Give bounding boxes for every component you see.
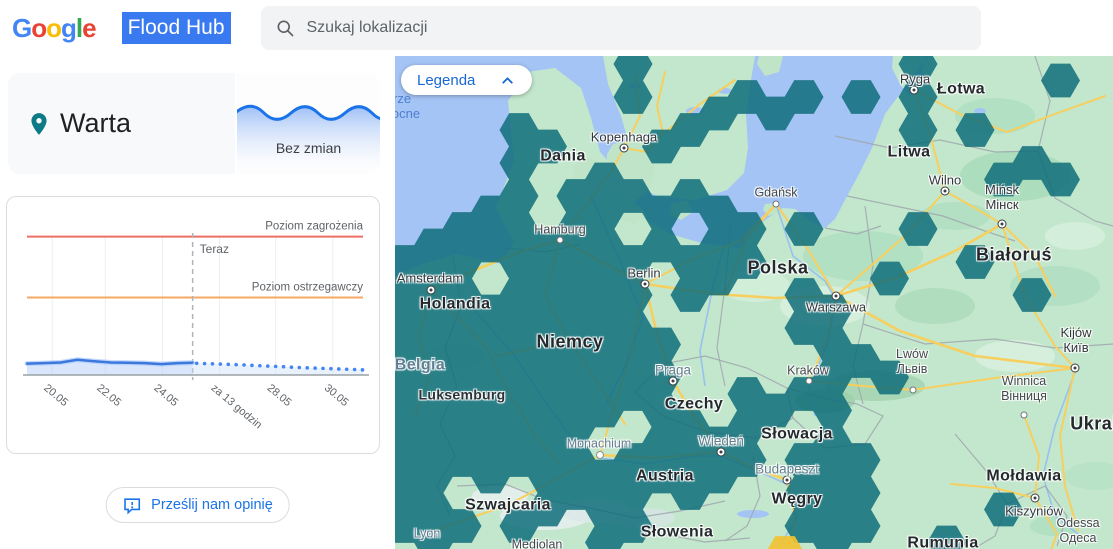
feedback-label: Prześlij nam opinię xyxy=(151,497,273,513)
svg-text:20.05: 20.05 xyxy=(41,382,70,409)
water-wave-graphic xyxy=(237,104,380,174)
map-marker-wilno[interactable] xyxy=(940,186,950,196)
flood-map[interactable]: MorzePółnocneDaniaKopenhagaGdańskRygaŁot… xyxy=(395,56,1113,549)
chevron-up-icon xyxy=(502,76,514,84)
place-pin-icon xyxy=(31,112,47,135)
map-marker-mi-sk[interactable] xyxy=(997,219,1007,229)
map-canvas xyxy=(395,56,1113,549)
svg-text:Poziom ostrzegawczy: Poziom ostrzegawczy xyxy=(252,281,363,293)
svg-text:22.05: 22.05 xyxy=(94,382,123,409)
map-marker-ryga[interactable] xyxy=(909,85,919,95)
legend-toggle-button[interactable]: Legenda xyxy=(401,65,533,95)
map-marker-krak-w[interactable] xyxy=(805,377,813,385)
map-marker-lw-w[interactable] xyxy=(909,386,917,394)
app-title: Flood Hub xyxy=(121,12,231,44)
map-marker-gda-sk[interactable] xyxy=(772,200,780,208)
map-marker-warszawa[interactable] xyxy=(831,291,841,301)
sidebar: Warta Bez zmian Poziom zagrożenia Poziom… xyxy=(0,56,395,549)
location-card[interactable]: Warta xyxy=(8,73,235,174)
map-marker-wiede-[interactable] xyxy=(716,447,726,457)
map-marker-amsterdam[interactable] xyxy=(426,285,436,295)
map-marker-praga[interactable] xyxy=(668,376,678,386)
svg-text:30.05: 30.05 xyxy=(322,382,351,409)
map-marker-berlin[interactable] xyxy=(640,279,650,289)
map-marker-hamburg[interactable] xyxy=(556,236,564,244)
location-name: Warta xyxy=(60,108,132,138)
legend-label: Legenda xyxy=(417,71,476,89)
location-summary: Warta Bez zmian xyxy=(8,73,380,174)
search-icon xyxy=(277,20,293,37)
svg-text:24.05: 24.05 xyxy=(151,382,180,409)
search-box[interactable] xyxy=(260,6,981,50)
map-marker-kopenhaga[interactable] xyxy=(619,143,629,153)
trend-label: Bez zmian xyxy=(275,140,342,156)
map-marker-monachium[interactable] xyxy=(596,451,604,459)
svg-text:28.05: 28.05 xyxy=(265,382,294,409)
top-bar: Google Flood Hub xyxy=(0,0,1113,56)
flood-hub-app: Google Flood Hub Warta xyxy=(0,0,1113,549)
search-input[interactable] xyxy=(306,19,967,37)
map-marker-budapeszt[interactable] xyxy=(782,475,792,485)
svg-text:Teraz: Teraz xyxy=(200,242,229,256)
map-marker-winnica[interactable] xyxy=(1020,411,1028,419)
google-logo[interactable]: Google xyxy=(12,13,97,44)
feedback-icon xyxy=(123,497,140,514)
map-marker-kij-w[interactable] xyxy=(1070,363,1080,373)
svg-text:za 13 godzin: za 13 godzin xyxy=(209,382,265,431)
water-level-chart-card: Poziom zagrożenia Poziom ostrzegawczy Tera… xyxy=(6,196,380,454)
water-level-chart: Poziom zagrożenia Poziom ostrzegawczy Tera… xyxy=(23,221,369,431)
trend-card: Bez zmian xyxy=(237,73,380,174)
map-marker-kiszyni-w[interactable] xyxy=(1030,493,1040,503)
svg-text:Poziom zagrożenia: Poziom zagrożenia xyxy=(265,221,363,233)
feedback-button[interactable]: Prześlij nam opinię xyxy=(105,487,290,523)
